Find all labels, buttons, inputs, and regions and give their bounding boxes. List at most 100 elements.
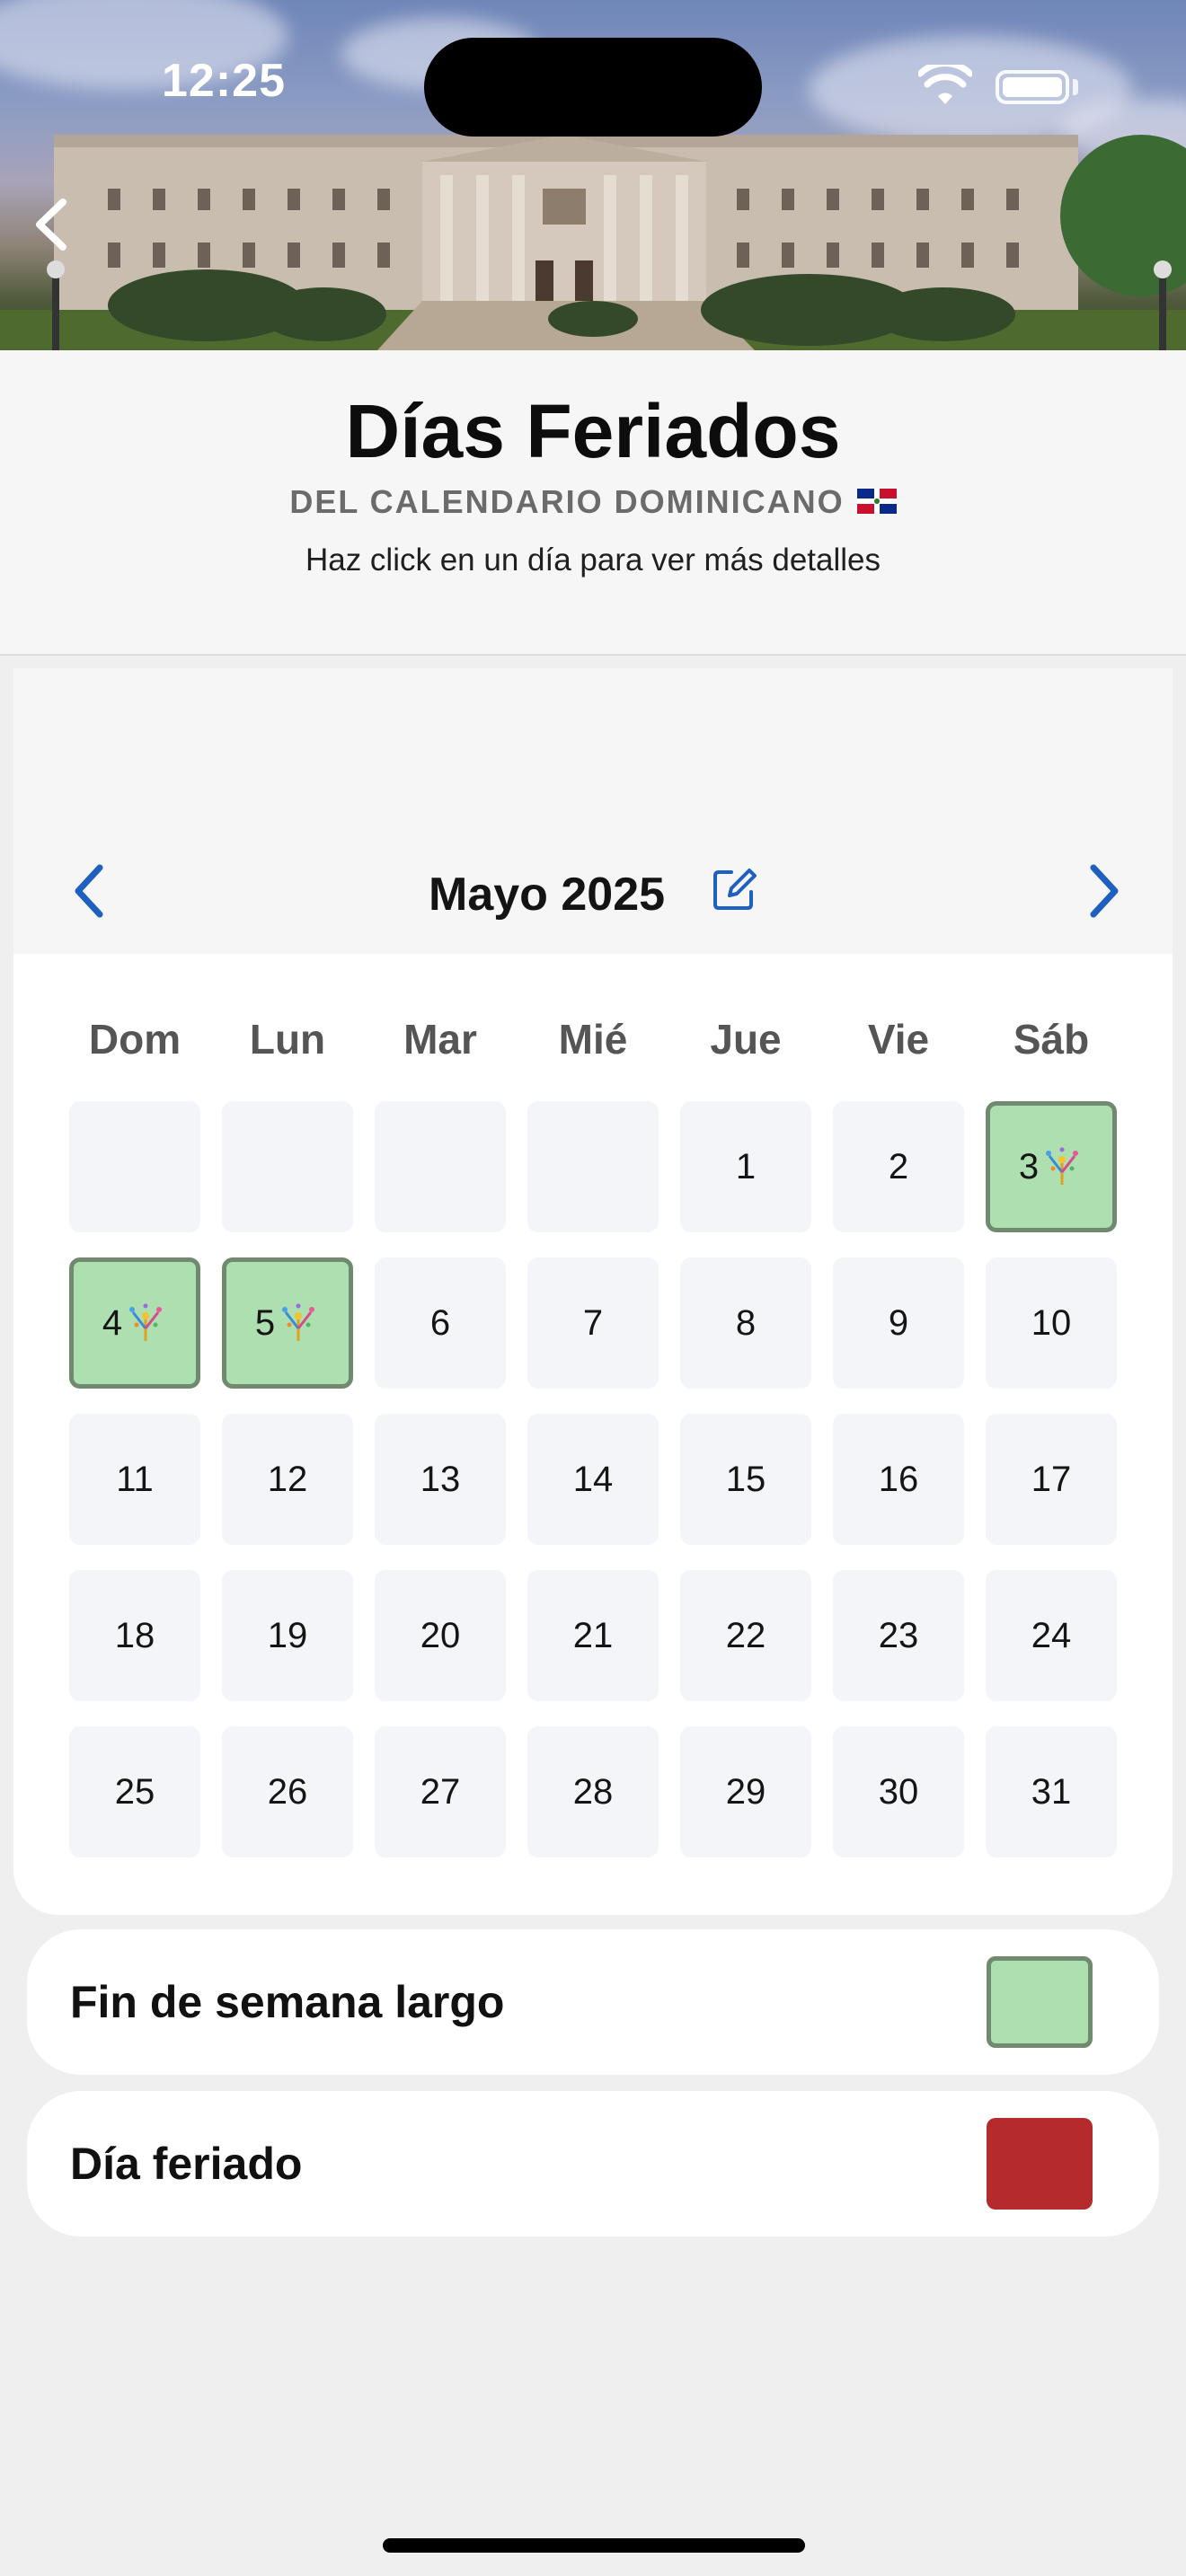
day-cell-3[interactable]: 3 (986, 1101, 1117, 1232)
day-cell-28[interactable]: 28 (527, 1726, 659, 1857)
day-cell-19[interactable]: 19 (222, 1570, 353, 1701)
day-number: 31 (1031, 1771, 1072, 1812)
legend-label: Fin de semana largo (70, 1977, 505, 2027)
day-cell-23[interactable]: 23 (833, 1570, 964, 1701)
weekday-label: Lun (249, 1016, 326, 1063)
day-number: 17 (1031, 1459, 1072, 1499)
hero-banner: 12:25 (0, 0, 1186, 350)
day-cell-10[interactable]: 10 (986, 1257, 1117, 1389)
day-cell-30[interactable]: 30 (833, 1726, 964, 1857)
day-cell-1[interactable]: 1 (680, 1101, 811, 1232)
day-number: 11 (116, 1459, 154, 1499)
day-cell-18[interactable]: 18 (69, 1570, 200, 1701)
day-number: 26 (267, 1771, 308, 1812)
day-cell-24[interactable]: 24 (986, 1570, 1117, 1701)
weekday-label: Jue (710, 1016, 782, 1063)
back-button[interactable] (25, 193, 79, 256)
day-cell-4[interactable]: 4 (69, 1257, 200, 1389)
day-number: 6 (429, 1302, 451, 1343)
day-number: 23 (878, 1615, 919, 1655)
day-number: 3 (1018, 1146, 1040, 1187)
weekday-label: Mar (403, 1016, 477, 1063)
long-weekend-swatch (987, 1956, 1093, 2048)
day-cell-21[interactable]: 21 (527, 1570, 659, 1701)
day-cell-11[interactable]: 11 (69, 1414, 200, 1545)
day-number: 25 (114, 1771, 155, 1812)
holiday-swatch (987, 2118, 1093, 2210)
day-number: 30 (878, 1771, 919, 1812)
day-cell-5[interactable]: 5 (222, 1257, 353, 1389)
month-label[interactable]: Mayo 2025 (429, 868, 665, 922)
day-cell-6[interactable]: 6 (375, 1257, 506, 1389)
day-number: 12 (267, 1459, 308, 1499)
day-number: 5 (254, 1302, 276, 1343)
day-number: 8 (735, 1302, 757, 1343)
day-cell-25[interactable]: 25 (69, 1726, 200, 1857)
celebration-icon (282, 1303, 315, 1341)
weekday-label: Dom (88, 1016, 181, 1063)
day-cell-8[interactable]: 8 (680, 1257, 811, 1389)
battery-cap (1073, 79, 1078, 95)
day-number: 13 (420, 1459, 461, 1499)
day-number: 4 (102, 1302, 123, 1343)
day-cell-16[interactable]: 16 (833, 1414, 964, 1545)
day-number: 27 (420, 1771, 461, 1812)
page-header: Días Feriados DEL CALENDARIO DOMINICANO … (0, 350, 1186, 656)
weekday-label: Vie (867, 1016, 930, 1063)
home-indicator (383, 2538, 805, 2553)
day-cell-12[interactable]: 12 (222, 1414, 353, 1545)
page-subtitle: DEL CALENDARIO DOMINICANO (0, 483, 1186, 521)
day-cell-7[interactable]: 7 (527, 1257, 659, 1389)
empty-day-cell (375, 1101, 506, 1232)
celebration-icon (129, 1303, 163, 1341)
day-number: 24 (1031, 1615, 1072, 1655)
status-time: 12:25 (162, 55, 286, 107)
weekday-label: Sáb (1013, 1016, 1090, 1063)
day-cell-31[interactable]: 31 (986, 1726, 1117, 1857)
instruction-text: Haz click en un día para ver más detalle… (305, 543, 881, 578)
empty-day-cell (69, 1101, 200, 1232)
day-cell-20[interactable]: 20 (375, 1570, 506, 1701)
dominican-flag-icon (856, 489, 897, 515)
day-cell-13[interactable]: 13 (375, 1414, 506, 1545)
day-cell-27[interactable]: 27 (375, 1726, 506, 1857)
subtitle-text: DEL CALENDARIO DOMINICANO (289, 483, 845, 520)
day-cell-29[interactable]: 29 (680, 1726, 811, 1857)
weekday-label: Mié (558, 1016, 628, 1063)
day-cell-17[interactable]: 17 (986, 1414, 1117, 1545)
day-number: 29 (725, 1771, 766, 1812)
previous-month-button[interactable] (66, 855, 119, 927)
day-number: 22 (725, 1615, 766, 1655)
legend-long-weekend: Fin de semana largo (27, 1929, 1159, 2075)
day-cell-9[interactable]: 9 (833, 1257, 964, 1389)
day-cell-2[interactable]: 2 (833, 1101, 964, 1232)
day-number: 15 (725, 1459, 766, 1499)
legend-label: Día feriado (70, 2139, 303, 2189)
day-number: 21 (572, 1615, 614, 1655)
dynamic-island (424, 38, 762, 137)
day-number: 18 (114, 1615, 155, 1655)
empty-day-cell (222, 1101, 353, 1232)
day-cell-14[interactable]: 14 (527, 1414, 659, 1545)
day-number: 7 (582, 1302, 604, 1343)
day-number: 16 (878, 1459, 919, 1499)
day-cell-26[interactable]: 26 (222, 1726, 353, 1857)
day-cell-22[interactable]: 22 (680, 1570, 811, 1701)
day-number: 14 (572, 1459, 614, 1499)
page-title: Días Feriados (345, 389, 841, 473)
day-number: 20 (420, 1615, 461, 1655)
palace-image (0, 135, 1186, 350)
battery-icon (996, 70, 1069, 104)
calendar-header: Mayo 2025 (13, 668, 1173, 954)
empty-day-cell (527, 1101, 659, 1232)
edit-icon[interactable] (710, 865, 758, 913)
calendar-card: Mayo 2025 Dom Lun Mar Mié Jue Vie Sáb 12345678… (13, 668, 1173, 1915)
next-month-button[interactable] (1075, 855, 1129, 927)
day-number: 19 (267, 1615, 308, 1655)
wifi-icon (918, 65, 972, 104)
legend-holiday: Día feriado (27, 2091, 1159, 2236)
day-number: 2 (888, 1146, 909, 1187)
celebration-icon (1046, 1147, 1079, 1185)
day-cell-15[interactable]: 15 (680, 1414, 811, 1545)
day-number: 9 (888, 1302, 909, 1343)
